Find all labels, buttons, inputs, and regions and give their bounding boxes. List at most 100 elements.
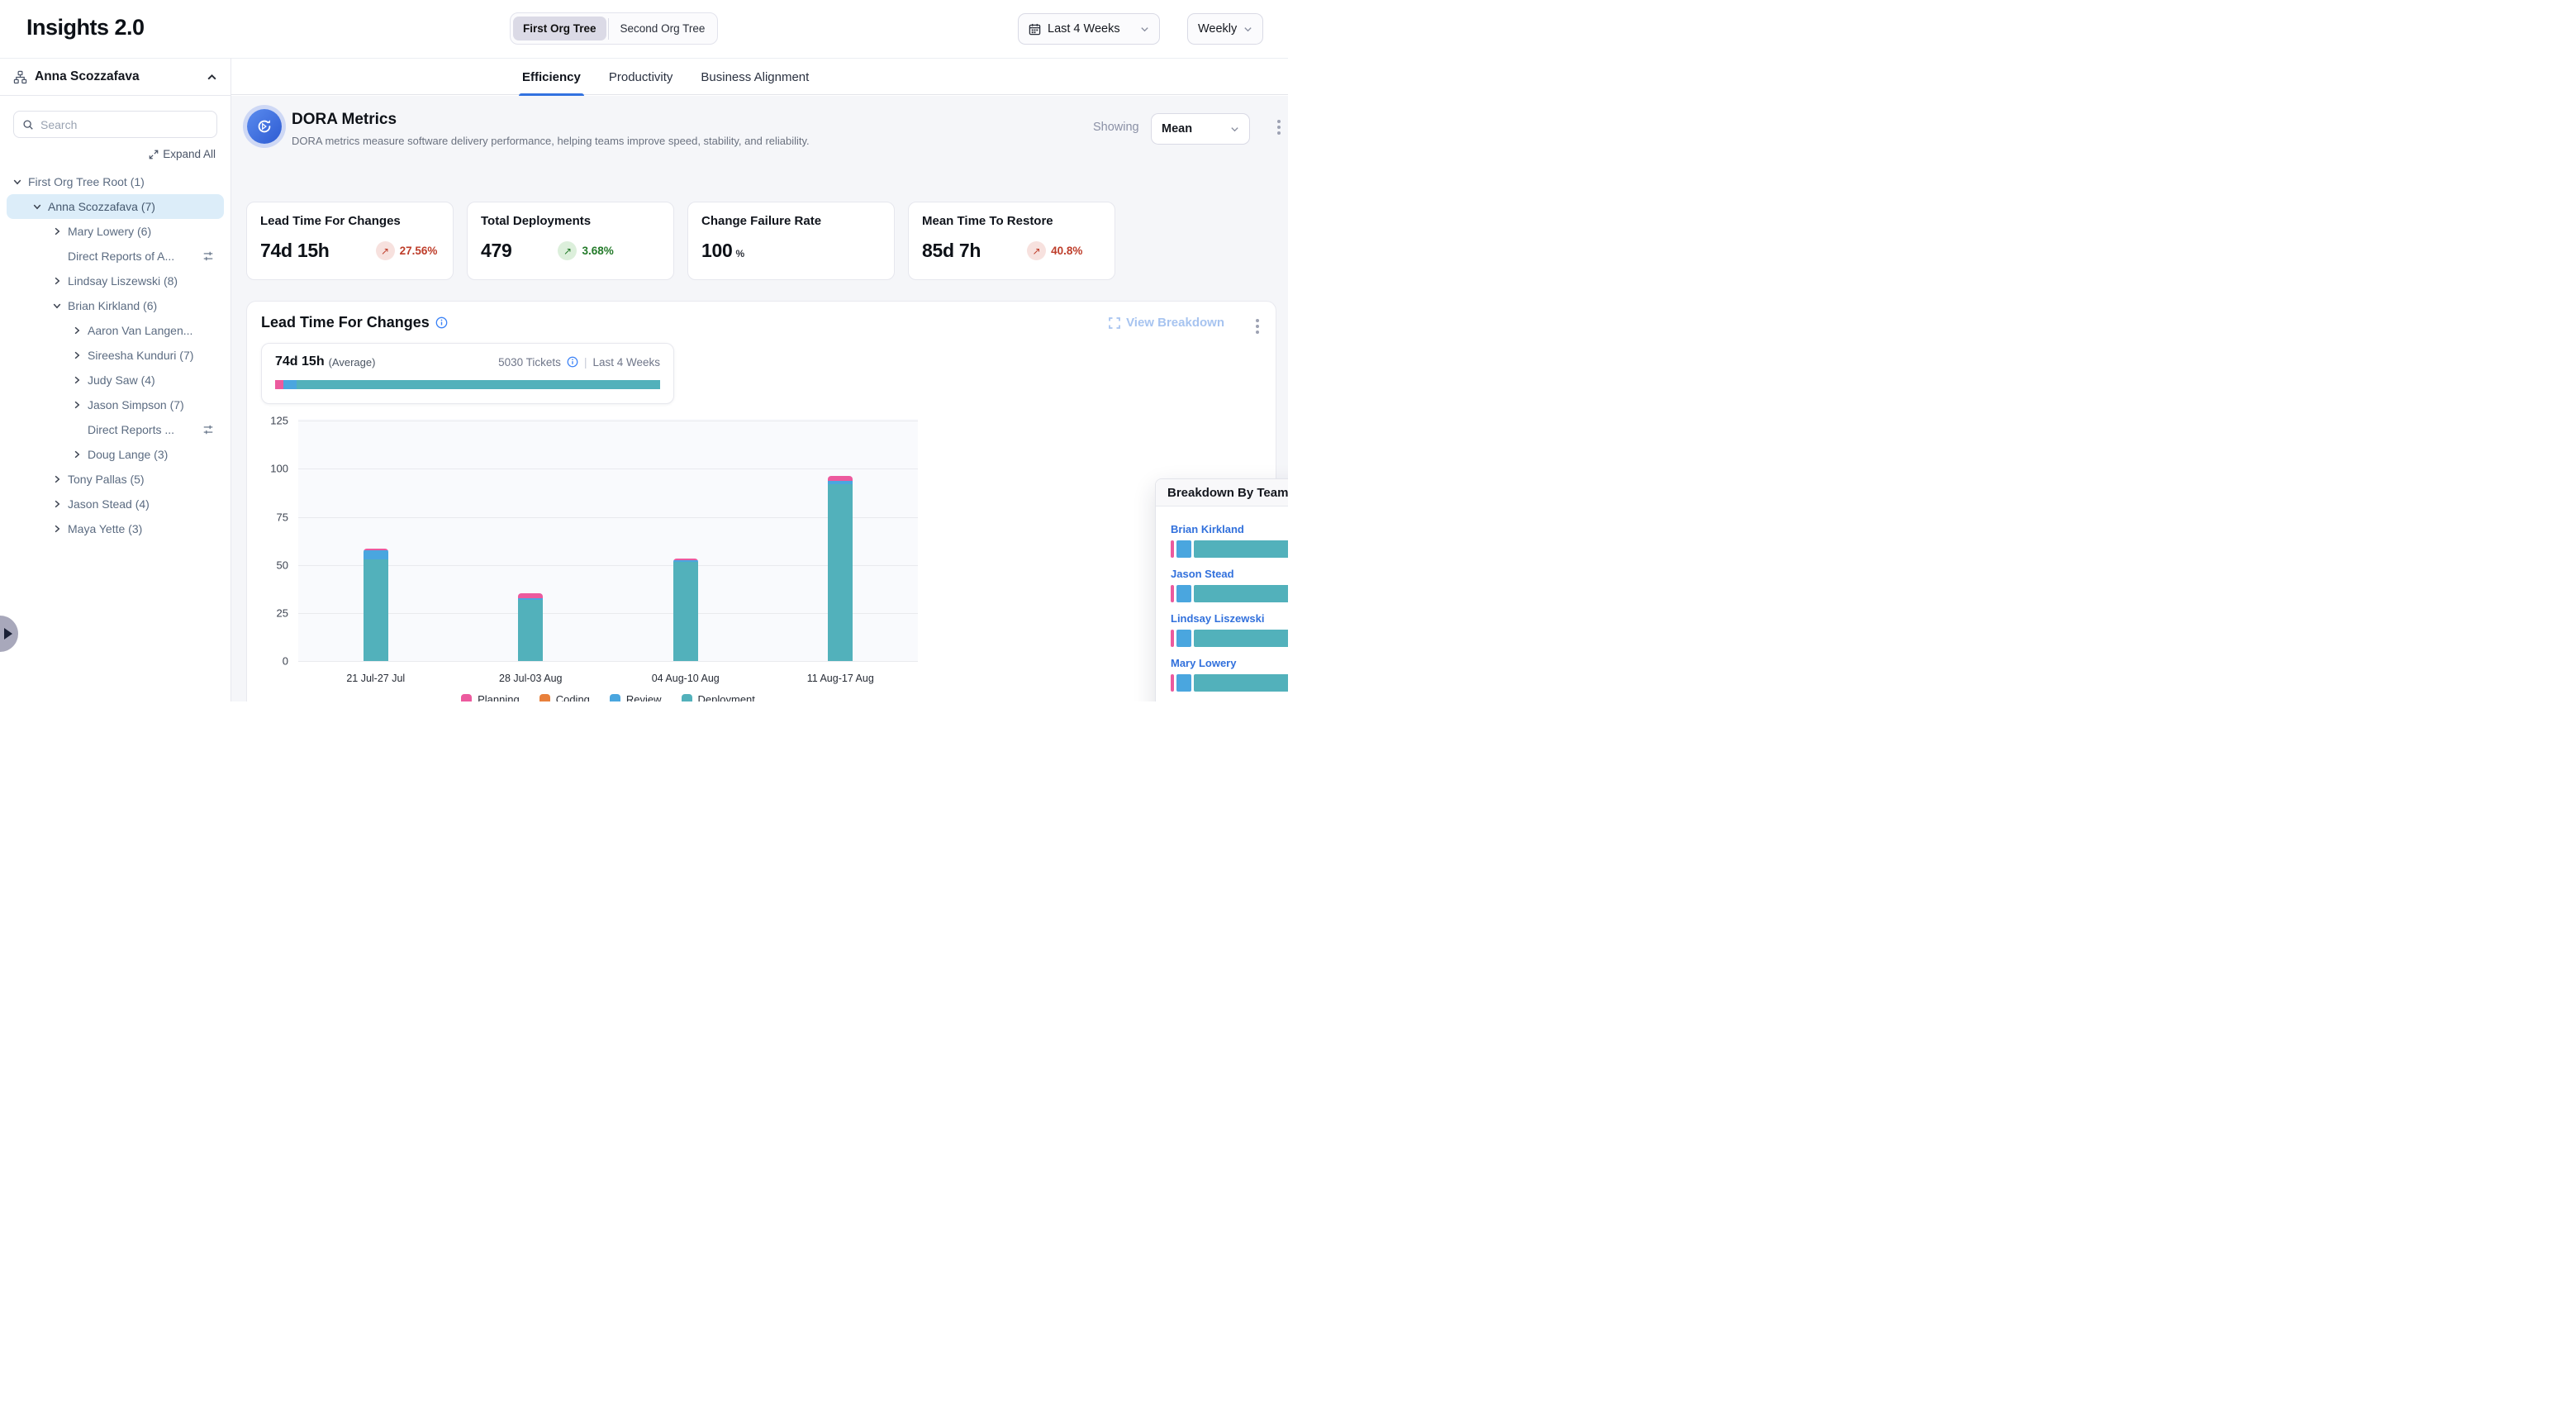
info-icon[interactable] <box>435 316 448 329</box>
tree-item-2[interactable]: Mary Lowery (6) <box>7 219 224 244</box>
tree-item-7[interactable]: Sireesha Kunduri (7) <box>7 343 224 368</box>
org-tree: First Org Tree Root (1)Anna Scozzafava (… <box>0 169 231 541</box>
metric-card-value-row: 85d 7h↗40.8% <box>922 240 1101 262</box>
tree-item-0[interactable]: First Org Tree Root (1) <box>7 169 224 194</box>
tree-item-8[interactable]: Judy Saw (4) <box>7 368 224 392</box>
org-tree-toggle: First Org TreeSecond Org Tree <box>510 12 718 45</box>
expand-all-button[interactable]: Expand All <box>149 148 216 160</box>
sidebar-person-name: Anna Scozzafava <box>35 69 140 84</box>
lead-time-menu-kebab[interactable] <box>1252 316 1262 337</box>
insights-app: Insights 2.0 First Org TreeSecond Org Tr… <box>0 0 1288 702</box>
team-bar-planning <box>1171 540 1174 558</box>
tree-item-3[interactable]: Direct Reports of A... <box>7 244 224 269</box>
info-icon[interactable] <box>567 356 578 368</box>
granularity-select[interactable]: Weekly <box>1187 13 1263 45</box>
x-axis-tick-label: 28 Jul-03 Aug <box>499 673 562 684</box>
dora-menu-kebab[interactable] <box>1274 117 1284 138</box>
chevron-right-icon[interactable] <box>51 524 62 534</box>
bar-segment-review <box>364 550 388 559</box>
legend-item-planning[interactable]: Planning <box>461 693 520 702</box>
tree-item-4[interactable]: Lindsay Liszewski (8) <box>7 269 224 293</box>
filter-icon[interactable] <box>202 250 214 262</box>
chevron-right-icon[interactable] <box>51 226 62 236</box>
view-breakdown-button[interactable]: View Breakdown <box>1109 316 1224 330</box>
tree-item-9[interactable]: Jason Simpson (7) <box>7 392 224 417</box>
chevron-right-icon[interactable] <box>51 276 62 286</box>
chart-bar-4 <box>828 476 853 661</box>
chart-gridline <box>298 517 918 518</box>
tab-efficiency[interactable]: Efficiency <box>522 59 581 96</box>
chevron-right-icon[interactable] <box>71 400 82 410</box>
avg-bar-segment-planning <box>275 380 283 389</box>
metric-trend-badge: ↗27.56% <box>376 241 438 260</box>
chart-gridline <box>298 661 918 662</box>
breakdown-panel-title: Breakdown By Teams <box>1167 486 1288 500</box>
lead-time-chart: 025507510012521 Jul-27 Jul28 Jul-03 Aug0… <box>247 411 1181 659</box>
metric-card-3: Change Failure Rate100% <box>687 202 895 280</box>
tree-item-5[interactable]: Brian Kirkland (6) <box>7 293 224 318</box>
team-name-link[interactable]: Lindsay Liszewski <box>1171 612 1288 625</box>
showing-select[interactable]: Mean <box>1151 113 1250 145</box>
tree-item-6[interactable]: Aaron Van Langen... <box>7 318 224 343</box>
chevron-down-icon[interactable] <box>51 301 62 311</box>
trend-percent: 3.68% <box>582 245 613 257</box>
metric-card-1: Lead Time For Changes74d 15h↗27.56% <box>246 202 454 280</box>
tree-item-12[interactable]: Tony Pallas (5) <box>7 467 224 492</box>
chevron-up-icon[interactable] <box>207 72 217 83</box>
chevron-down-icon[interactable] <box>31 202 42 212</box>
tree-item-14[interactable]: Maya Yette (3) <box>7 516 224 541</box>
chevron-down-icon <box>1140 25 1149 34</box>
expand-arrows-icon <box>149 150 159 159</box>
legend-item-review[interactable]: Review <box>610 693 662 702</box>
tree-item-13[interactable]: Jason Stead (4) <box>7 492 224 516</box>
tree-item-1[interactable]: Anna Scozzafava (7) <box>7 194 224 219</box>
metric-cards: Lead Time For Changes74d 15h↗27.56%Total… <box>246 202 1115 280</box>
team-stacked-bar: 74d 15h <box>1171 585 1288 602</box>
metric-card-title: Lead Time For Changes <box>260 214 440 228</box>
main-area: Efficiency Productivity Business Alignment… <box>231 58 1288 702</box>
x-axis-tick-label: 04 Aug-10 Aug <box>652 673 720 684</box>
date-range-select[interactable]: Last 4 Weeks <box>1018 13 1160 45</box>
y-axis-tick-label: 100 <box>270 463 288 475</box>
average-range: Last 4 Weeks <box>592 356 660 369</box>
sidebar: Anna Scozzafava Expand All First Org Tre… <box>0 58 231 702</box>
chevron-right-icon[interactable] <box>71 350 82 360</box>
expand-corners-icon <box>1109 317 1120 329</box>
org-tree-option-1[interactable]: First Org Tree <box>513 17 606 40</box>
chevron-down-icon[interactable] <box>12 177 22 187</box>
caret-right-icon <box>4 628 12 640</box>
trend-percent: 27.56% <box>400 245 438 257</box>
tree-item-11[interactable]: Doug Lange (3) <box>7 442 224 467</box>
metric-card-unit: % <box>735 248 744 259</box>
tree-item-10[interactable]: Direct Reports ... <box>7 417 224 442</box>
legend-item-deployment[interactable]: Deployment <box>682 693 755 702</box>
tab-productivity[interactable]: Productivity <box>609 59 673 96</box>
chevron-down-icon <box>1243 25 1252 34</box>
legend-item-coding[interactable]: Coding <box>539 693 590 702</box>
search-input[interactable] <box>40 118 208 131</box>
chevron-right-icon[interactable] <box>51 499 62 509</box>
legend-swatch <box>610 694 620 702</box>
team-name-link[interactable]: Brian Kirkland <box>1171 523 1288 535</box>
bar-segment-deployment <box>828 484 853 661</box>
bar-segment-deployment <box>364 559 388 661</box>
trend-arrow-icon: ↗ <box>558 241 577 260</box>
y-axis-tick-label: 75 <box>277 511 288 523</box>
metric-card-value: 479 <box>481 240 511 262</box>
dora-metrics-icon <box>247 109 282 144</box>
org-tree-option-2[interactable]: Second Org Tree <box>611 17 715 40</box>
chevron-right-icon[interactable] <box>71 449 82 459</box>
chevron-right-icon[interactable] <box>71 326 82 335</box>
team-bar-review <box>1176 630 1191 647</box>
team-stacked-bar: 74d 15h <box>1171 540 1288 558</box>
chevron-right-icon[interactable] <box>51 474 62 484</box>
filter-icon[interactable] <box>202 424 214 435</box>
team-name-link[interactable]: Jason Stead <box>1171 568 1288 580</box>
chevron-right-icon[interactable] <box>71 375 82 385</box>
legend-label: Review <box>626 693 662 702</box>
bar-segment-deployment <box>518 600 543 661</box>
team-name-link[interactable]: Mary Lowery <box>1171 657 1288 669</box>
y-axis-tick-label: 50 <box>277 559 288 571</box>
showing-value: Mean <box>1162 122 1192 136</box>
tab-business-alignment[interactable]: Business Alignment <box>701 59 809 96</box>
